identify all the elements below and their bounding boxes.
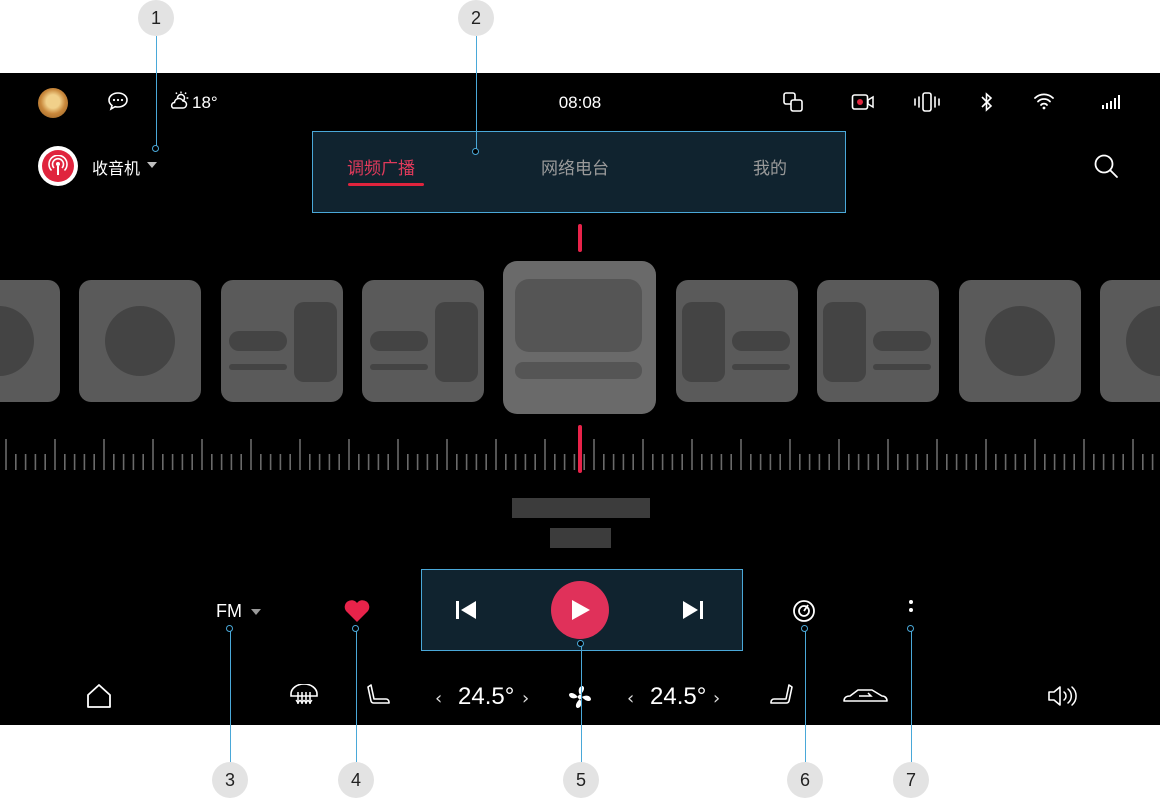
station-art-placeholder	[515, 362, 642, 379]
right-temperature: 24.5°	[650, 683, 707, 710]
tab-bar: 调频广播 网络电台 我的	[312, 131, 846, 213]
annotation-leader-6	[805, 629, 806, 762]
car-screen: 18° 08:08 收音机 调频广播 网络电台 我的 FM ‹ 24.5° › …	[0, 73, 1160, 725]
station-art-placeholder	[1126, 306, 1160, 376]
tuner-pointer-top	[578, 224, 582, 252]
station-art-placeholder	[873, 331, 931, 351]
station-art-placeholder	[229, 364, 287, 370]
annotation-anchor-4	[352, 625, 359, 632]
radio-app-logo	[38, 146, 78, 186]
station-card[interactable]	[959, 280, 1081, 402]
clock-time: 08:08	[558, 93, 602, 112]
avatar[interactable]	[38, 88, 68, 118]
play-button[interactable]	[551, 581, 609, 639]
station-art-placeholder	[370, 331, 428, 351]
station-art-placeholder	[732, 331, 790, 351]
station-art-placeholder	[823, 302, 866, 382]
tab-mine[interactable]: 我的	[753, 154, 787, 179]
station-name-placeholder	[512, 498, 650, 518]
station-frequency-placeholder	[550, 528, 611, 548]
annotation-anchor-3	[226, 625, 233, 632]
message-icon[interactable]	[107, 91, 129, 115]
current-station-card[interactable]	[503, 261, 656, 414]
right-temp-decrease-icon[interactable]: ‹	[627, 688, 634, 709]
right-seat-icon[interactable]	[767, 682, 795, 714]
home-icon[interactable]	[85, 683, 113, 713]
vibrate-icon[interactable]	[913, 91, 941, 117]
wifi-icon[interactable]	[1033, 92, 1055, 114]
annotation-anchor-2	[472, 148, 479, 155]
annotation-badge-7: 7	[893, 762, 929, 798]
tuner-pointer-bottom	[578, 425, 582, 473]
annotation-anchor-1	[152, 145, 159, 152]
playback-controls	[421, 569, 743, 651]
annotation-anchor-6	[801, 625, 808, 632]
app-title[interactable]: 收音机	[92, 155, 140, 179]
car-air-circulation-icon[interactable]	[841, 685, 889, 711]
station-card[interactable]	[221, 280, 343, 402]
station-art-placeholder	[105, 306, 175, 376]
annotation-leader-1	[156, 36, 157, 148]
annotation-badge-4: 4	[338, 762, 374, 798]
annotation-badge-6: 6	[787, 762, 823, 798]
annotation-anchor-5	[577, 640, 584, 647]
station-art-placeholder	[229, 331, 287, 351]
page: 1 2 3 4 5 6 7 18° 08:08 收音机 调频广播 网络电台 我的…	[0, 0, 1160, 798]
station-art-placeholder	[435, 302, 478, 382]
annotation-leader-4	[356, 629, 357, 762]
annotation-badge-2: 2	[458, 0, 494, 36]
band-dropdown-caret-icon[interactable]	[251, 609, 261, 615]
tab-fm-broadcast[interactable]: 调频广播	[347, 154, 415, 179]
station-art-placeholder	[985, 306, 1055, 376]
app-switcher-caret-icon[interactable]	[147, 162, 157, 168]
annotation-leader-2	[476, 36, 477, 149]
tab-internet-radio[interactable]: 网络电台	[541, 154, 609, 179]
left-temperature: 24.5°	[458, 683, 515, 710]
play-icon	[572, 600, 590, 620]
record-icon[interactable]	[851, 93, 875, 115]
favorite-heart-icon[interactable]	[343, 599, 371, 627]
screen-cast-icon[interactable]	[782, 91, 804, 117]
annotation-leader-7	[911, 629, 912, 762]
weather-icon	[168, 90, 190, 116]
next-icon[interactable]	[681, 599, 705, 625]
station-card[interactable]	[362, 280, 484, 402]
bluetooth-icon[interactable]	[980, 91, 994, 117]
station-card[interactable]	[817, 280, 939, 402]
annotation-badge-5: 5	[563, 762, 599, 798]
right-temp-increase-icon[interactable]: ›	[713, 688, 720, 709]
annotation-leader-3	[230, 629, 231, 762]
signal-icon	[1101, 94, 1121, 113]
more-options-icon[interactable]	[907, 599, 915, 625]
volume-icon[interactable]	[1047, 685, 1077, 711]
active-tab-indicator	[348, 183, 424, 186]
station-art-placeholder	[0, 306, 34, 376]
station-art-placeholder	[370, 364, 428, 370]
annotation-badge-3: 3	[212, 762, 248, 798]
left-seat-icon[interactable]	[365, 682, 393, 714]
rear-defrost-icon[interactable]	[288, 683, 320, 712]
station-art-placeholder	[294, 302, 337, 382]
station-card[interactable]	[0, 280, 60, 402]
weather-temperature: 18°	[192, 93, 218, 112]
timer-icon[interactable]	[791, 597, 817, 627]
station-card[interactable]	[79, 280, 201, 402]
left-temp-increase-icon[interactable]: ›	[522, 688, 529, 709]
annotation-leader-5	[581, 644, 582, 762]
station-art-placeholder	[515, 279, 642, 352]
band-selector[interactable]: FM	[216, 601, 242, 622]
left-temp-decrease-icon[interactable]: ‹	[435, 688, 442, 709]
annotation-badge-1: 1	[138, 0, 174, 36]
search-icon[interactable]	[1093, 153, 1119, 183]
radio-tower-icon	[48, 155, 68, 175]
station-art-placeholder	[682, 302, 725, 382]
station-card[interactable]	[1100, 280, 1160, 402]
annotation-anchor-7	[907, 625, 914, 632]
station-art-placeholder	[873, 364, 931, 370]
fan-icon[interactable]	[566, 683, 594, 715]
station-card[interactable]	[676, 280, 798, 402]
station-art-placeholder	[732, 364, 790, 370]
previous-icon[interactable]	[454, 599, 478, 625]
